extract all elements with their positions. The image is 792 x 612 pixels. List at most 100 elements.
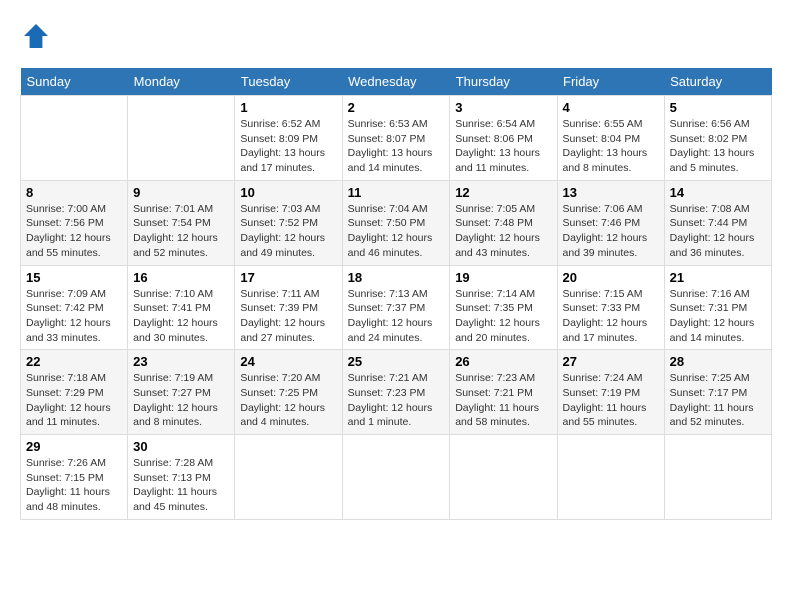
day-number: 8 [26, 185, 122, 200]
day-detail: Sunrise: 6:54 AMSunset: 8:06 PMDaylight:… [455, 117, 551, 176]
day-detail: Sunrise: 7:00 AMSunset: 7:56 PMDaylight:… [26, 202, 122, 261]
week-row-3: 15 Sunrise: 7:09 AMSunset: 7:42 PMDayligh… [21, 265, 772, 350]
day-detail: Sunrise: 6:55 AMSunset: 8:04 PMDaylight:… [563, 117, 659, 176]
col-header-sunday: Sunday [21, 68, 128, 96]
day-number: 22 [26, 354, 122, 369]
week-row-1: 1 Sunrise: 6:52 AMSunset: 8:09 PMDaylight… [21, 96, 772, 181]
day-number: 23 [133, 354, 229, 369]
day-detail: Sunrise: 7:04 AMSunset: 7:50 PMDaylight:… [348, 202, 445, 261]
day-number: 3 [455, 100, 551, 115]
col-header-monday: Monday [128, 68, 235, 96]
calendar-cell [664, 435, 771, 520]
day-number: 1 [240, 100, 336, 115]
header-row: SundayMondayTuesdayWednesdayThursdayFrid… [21, 68, 772, 96]
day-number: 29 [26, 439, 122, 454]
day-number: 11 [348, 185, 445, 200]
day-detail: Sunrise: 7:23 AMSunset: 7:21 PMDaylight:… [455, 371, 551, 430]
day-detail: Sunrise: 6:53 AMSunset: 8:07 PMDaylight:… [348, 117, 445, 176]
col-header-friday: Friday [557, 68, 664, 96]
calendar-cell: 23 Sunrise: 7:19 AMSunset: 7:27 PMDayligh… [128, 350, 235, 435]
calendar-cell: 11 Sunrise: 7:04 AMSunset: 7:50 PMDayligh… [342, 180, 450, 265]
calendar-cell: 14Sunrise: 7:08 AMSunset: 7:44 PMDayligh… [664, 180, 771, 265]
page-header [20, 20, 772, 52]
calendar-cell: 20 Sunrise: 7:15 AMSunset: 7:33 PMDayligh… [557, 265, 664, 350]
col-header-tuesday: Tuesday [235, 68, 342, 96]
day-number: 20 [563, 270, 659, 285]
calendar-cell: 8 Sunrise: 7:00 AMSunset: 7:56 PMDaylight… [21, 180, 128, 265]
day-detail: Sunrise: 7:24 AMSunset: 7:19 PMDaylight:… [563, 371, 659, 430]
calendar-cell: 9Sunrise: 7:01 AMSunset: 7:54 PMDaylight… [128, 180, 235, 265]
day-number: 18 [348, 270, 445, 285]
day-number: 21 [670, 270, 766, 285]
day-detail: Sunrise: 6:52 AMSunset: 8:09 PMDaylight:… [240, 117, 336, 176]
day-detail: Sunrise: 7:06 AMSunset: 7:46 PMDaylight:… [563, 202, 659, 261]
day-number: 19 [455, 270, 551, 285]
day-number: 4 [563, 100, 659, 115]
day-detail: Sunrise: 7:05 AMSunset: 7:48 PMDaylight:… [455, 202, 551, 261]
day-number: 14 [670, 185, 766, 200]
day-number: 10 [240, 185, 336, 200]
day-number: 2 [348, 100, 445, 115]
day-detail: Sunrise: 7:13 AMSunset: 7:37 PMDaylight:… [348, 287, 445, 346]
day-detail: Sunrise: 7:09 AMSunset: 7:42 PMDaylight:… [26, 287, 122, 346]
day-detail: Sunrise: 7:10 AMSunset: 7:41 PMDaylight:… [133, 287, 229, 346]
day-number: 25 [348, 354, 445, 369]
calendar-table: SundayMondayTuesdayWednesdayThursdayFrid… [20, 68, 772, 520]
col-header-thursday: Thursday [450, 68, 557, 96]
calendar-cell: 26 Sunrise: 7:23 AMSunset: 7:21 PMDayligh… [450, 350, 557, 435]
calendar-cell [128, 96, 235, 181]
day-detail: Sunrise: 7:20 AMSunset: 7:25 PMDaylight:… [240, 371, 336, 430]
calendar-cell [342, 435, 450, 520]
day-number: 15 [26, 270, 122, 285]
calendar-cell: 10 Sunrise: 7:03 AMSunset: 7:52 PMDayligh… [235, 180, 342, 265]
calendar-cell: 1 Sunrise: 6:52 AMSunset: 8:09 PMDaylight… [235, 96, 342, 181]
calendar-cell: 2 Sunrise: 6:53 AMSunset: 8:07 PMDaylight… [342, 96, 450, 181]
day-number: 24 [240, 354, 336, 369]
day-number: 13 [563, 185, 659, 200]
day-detail: Sunrise: 7:03 AMSunset: 7:52 PMDaylight:… [240, 202, 336, 261]
day-number: 17 [240, 270, 336, 285]
calendar-cell: 28Sunrise: 7:25 AMSunset: 7:17 PMDayligh… [664, 350, 771, 435]
calendar-cell: 22Sunrise: 7:18 AMSunset: 7:29 PMDayligh… [21, 350, 128, 435]
calendar-cell: 4 Sunrise: 6:55 AMSunset: 8:04 PMDaylight… [557, 96, 664, 181]
day-detail: Sunrise: 6:56 AMSunset: 8:02 PMDaylight:… [670, 117, 766, 176]
day-number: 27 [563, 354, 659, 369]
day-number: 12 [455, 185, 551, 200]
day-detail: Sunrise: 7:15 AMSunset: 7:33 PMDaylight:… [563, 287, 659, 346]
day-detail: Sunrise: 7:14 AMSunset: 7:35 PMDaylight:… [455, 287, 551, 346]
col-header-saturday: Saturday [664, 68, 771, 96]
calendar-cell: 24 Sunrise: 7:20 AMSunset: 7:25 PMDayligh… [235, 350, 342, 435]
calendar-cell: 30 Sunrise: 7:28 AMSunset: 7:13 PMDayligh… [128, 435, 235, 520]
calendar-cell: 18 Sunrise: 7:13 AMSunset: 7:37 PMDayligh… [342, 265, 450, 350]
calendar-cell: 12 Sunrise: 7:05 AMSunset: 7:48 PMDayligh… [450, 180, 557, 265]
day-number: 30 [133, 439, 229, 454]
calendar-cell: 27 Sunrise: 7:24 AMSunset: 7:19 PMDayligh… [557, 350, 664, 435]
calendar-cell: 16 Sunrise: 7:10 AMSunset: 7:41 PMDayligh… [128, 265, 235, 350]
calendar-cell: 13 Sunrise: 7:06 AMSunset: 7:46 PMDayligh… [557, 180, 664, 265]
day-detail: Sunrise: 7:19 AMSunset: 7:27 PMDaylight:… [133, 371, 229, 430]
calendar-cell: 29 Sunrise: 7:26 AMSunset: 7:15 PMDayligh… [21, 435, 128, 520]
day-detail: Sunrise: 7:26 AMSunset: 7:15 PMDaylight:… [26, 456, 122, 515]
calendar-cell [21, 96, 128, 181]
calendar-cell: 15 Sunrise: 7:09 AMSunset: 7:42 PMDayligh… [21, 265, 128, 350]
col-header-wednesday: Wednesday [342, 68, 450, 96]
day-number: 9 [133, 185, 229, 200]
day-detail: Sunrise: 7:28 AMSunset: 7:13 PMDaylight:… [133, 456, 229, 515]
calendar-cell: 5 Sunrise: 6:56 AMSunset: 8:02 PMDaylight… [664, 96, 771, 181]
day-number: 5 [670, 100, 766, 115]
calendar-cell: 3 Sunrise: 6:54 AMSunset: 8:06 PMDaylight… [450, 96, 557, 181]
calendar-cell [450, 435, 557, 520]
day-detail: Sunrise: 7:16 AMSunset: 7:31 PMDaylight:… [670, 287, 766, 346]
calendar-cell: 19 Sunrise: 7:14 AMSunset: 7:35 PMDayligh… [450, 265, 557, 350]
day-number: 28 [670, 354, 766, 369]
day-detail: Sunrise: 7:21 AMSunset: 7:23 PMDaylight:… [348, 371, 445, 430]
week-row-5: 29 Sunrise: 7:26 AMSunset: 7:15 PMDayligh… [21, 435, 772, 520]
logo [20, 20, 56, 52]
calendar-cell: 25 Sunrise: 7:21 AMSunset: 7:23 PMDayligh… [342, 350, 450, 435]
calendar-cell [235, 435, 342, 520]
day-number: 16 [133, 270, 229, 285]
calendar-cell [557, 435, 664, 520]
week-row-4: 22Sunrise: 7:18 AMSunset: 7:29 PMDayligh… [21, 350, 772, 435]
day-number: 26 [455, 354, 551, 369]
calendar-cell: 17Sunrise: 7:11 AMSunset: 7:39 PMDayligh… [235, 265, 342, 350]
